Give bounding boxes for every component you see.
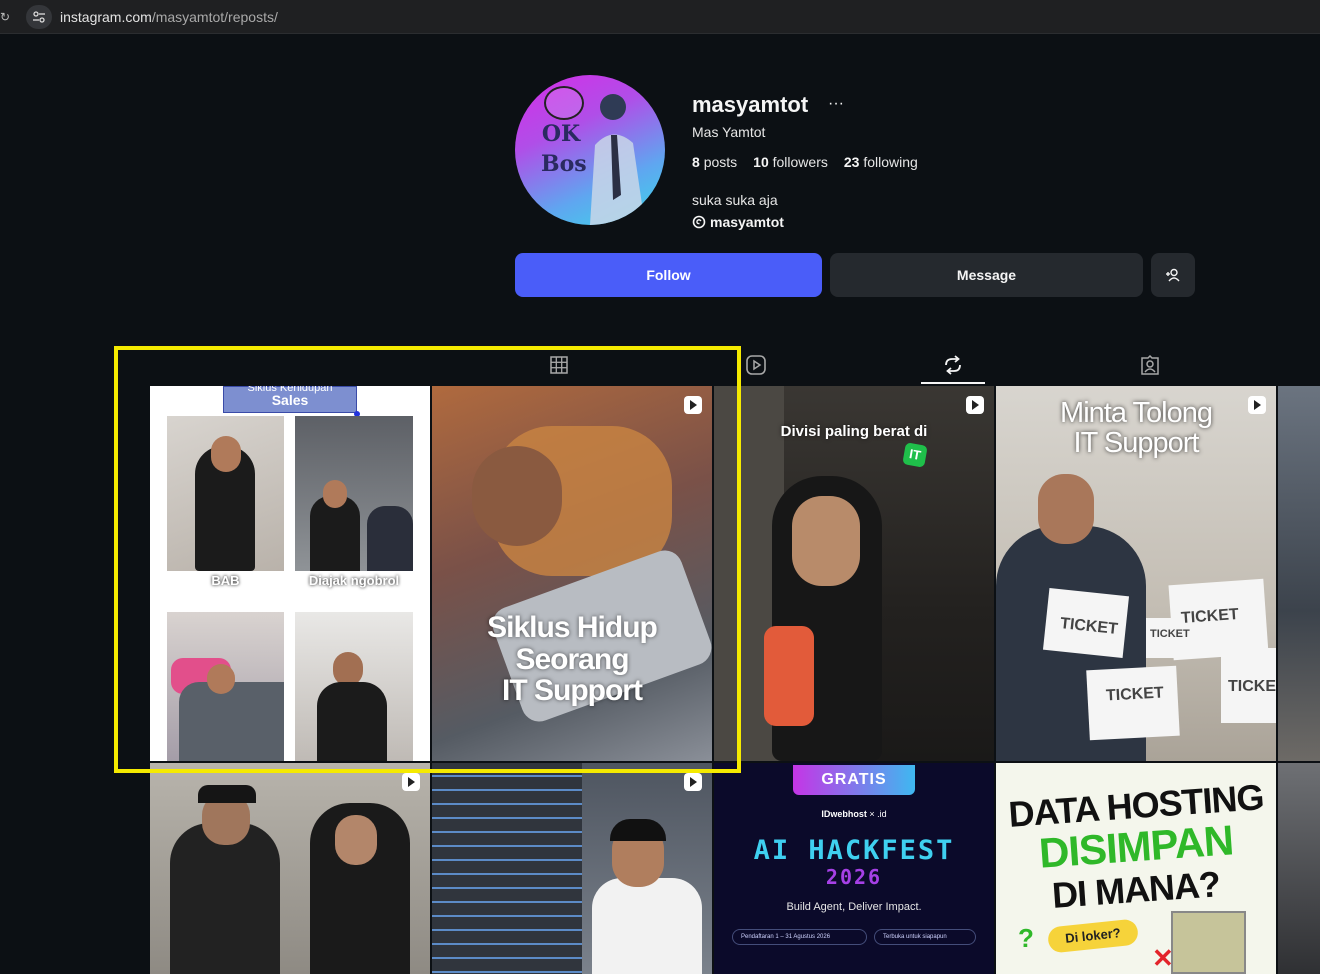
post-caption: Divisi paling berat di: [780, 423, 928, 440]
reel-icon: [684, 773, 702, 791]
url-field[interactable]: instagram.com/masyamtot/reposts/: [60, 9, 278, 25]
profile-bio: suka suka aja: [692, 192, 778, 208]
post-bubble: Di loker?: [1046, 918, 1140, 954]
post-year: 2026: [825, 865, 883, 889]
browser-address-bar: ↻ instagram.com/masyamtot/reposts/: [0, 0, 1320, 34]
reposts-grid: Siklus Kehidupan Sales BAB Diajak ngobro…: [150, 386, 1320, 974]
message-button[interactable]: Message: [830, 253, 1143, 297]
reel-icon: [966, 396, 984, 414]
ticket-prop: TICKET: [1105, 684, 1165, 705]
reels-icon: [746, 355, 766, 375]
url-path: /masyamtot/reposts/: [151, 9, 278, 25]
repost-icon: [945, 355, 961, 375]
post-badge: GRATIS: [793, 765, 915, 795]
post-tile[interactable]: DATA HOSTING DISIMPAN DI MANA? Di loker?…: [996, 763, 1276, 974]
post-note: Terbuka untuk siapapun: [874, 929, 976, 945]
post-tile[interactable]: Siklus Hidup Seorang IT Support: [432, 386, 712, 761]
post-caption: Minta Tolong IT Support: [1060, 397, 1213, 460]
grid-icon: [550, 356, 568, 374]
followers-stat[interactable]: 10 followers: [753, 154, 828, 170]
avatar-person-icon: [590, 94, 645, 225]
post-tile[interactable]: [1278, 763, 1320, 974]
reel-icon: [402, 773, 420, 791]
post-tile[interactable]: Siklus Kehidupan Sales BAB Diajak ngobro…: [150, 386, 430, 761]
post-title: AI HACKFEST: [753, 835, 955, 866]
reel-icon: [684, 396, 702, 414]
avatar-badge-icon: [544, 86, 584, 120]
tab-tagged[interactable]: [1118, 345, 1182, 385]
post-tile[interactable]: [150, 763, 430, 974]
posts-stat: 8 posts: [692, 154, 738, 170]
reload-icon[interactable]: ↻: [0, 10, 10, 24]
profile-avatar[interactable]: OK Bos: [515, 75, 665, 225]
post-tile[interactable]: [1278, 386, 1320, 761]
tab-posts[interactable]: [527, 345, 591, 385]
photo: [295, 416, 413, 571]
post-brand: IDwebhost × .id: [821, 809, 887, 819]
post-label: BAB: [211, 573, 240, 588]
url-host: instagram.com: [60, 9, 152, 25]
threads-handle: masyamtot: [710, 214, 784, 230]
avatar-text: OK Bos: [541, 121, 587, 177]
threads-icon: [692, 215, 706, 229]
post-tagline: Build Agent, Deliver Impact.: [786, 901, 922, 913]
profile-full-name: Mas Yamtot: [692, 124, 766, 140]
post-tile[interactable]: [432, 763, 712, 974]
follow-button[interactable]: Follow: [515, 253, 822, 297]
tab-reposts[interactable]: [921, 345, 985, 385]
more-options-icon[interactable]: ···: [828, 95, 844, 113]
post-title-banner: Siklus Kehidupan Sales: [223, 386, 357, 413]
profile-stats: 8 posts 10 followers 23 following: [692, 154, 918, 170]
cross-icon: ✕: [1152, 943, 1174, 973]
photo: [167, 416, 284, 571]
post-caption: Siklus Hidup Seorang IT Support: [487, 611, 658, 707]
post-label: Diajak ngobrol: [308, 573, 400, 588]
ticket-prop: TICKET: [1228, 678, 1276, 695]
question-icon: ?: [1018, 923, 1034, 953]
threads-link[interactable]: masyamtot: [692, 214, 784, 230]
photo: [167, 612, 284, 761]
post-tile[interactable]: Divisi paling berat di IT: [714, 386, 994, 761]
post-date: Pendaftaran 1 – 31 Agustus 2026: [732, 929, 867, 945]
post-tile[interactable]: TICKET TICKET TICKET TICKET TICKET Minta…: [996, 386, 1276, 761]
profile-tabs: [460, 345, 1320, 385]
profile-username: masyamtot: [692, 92, 809, 117]
post-tag: IT: [902, 442, 928, 468]
tagged-icon: [1141, 355, 1159, 375]
site-info-icon[interactable]: [26, 5, 52, 29]
tab-reels[interactable]: [724, 345, 788, 385]
suggested-accounts-button[interactable]: [1151, 253, 1195, 297]
ticket-prop: TICKET: [1150, 628, 1190, 640]
photo: [295, 612, 413, 761]
add-person-icon: [1166, 268, 1180, 282]
post-tile[interactable]: GRATIS IDwebhost × .id AI HACKFEST 2026 …: [714, 763, 994, 974]
following-stat[interactable]: 23 following: [844, 154, 918, 170]
